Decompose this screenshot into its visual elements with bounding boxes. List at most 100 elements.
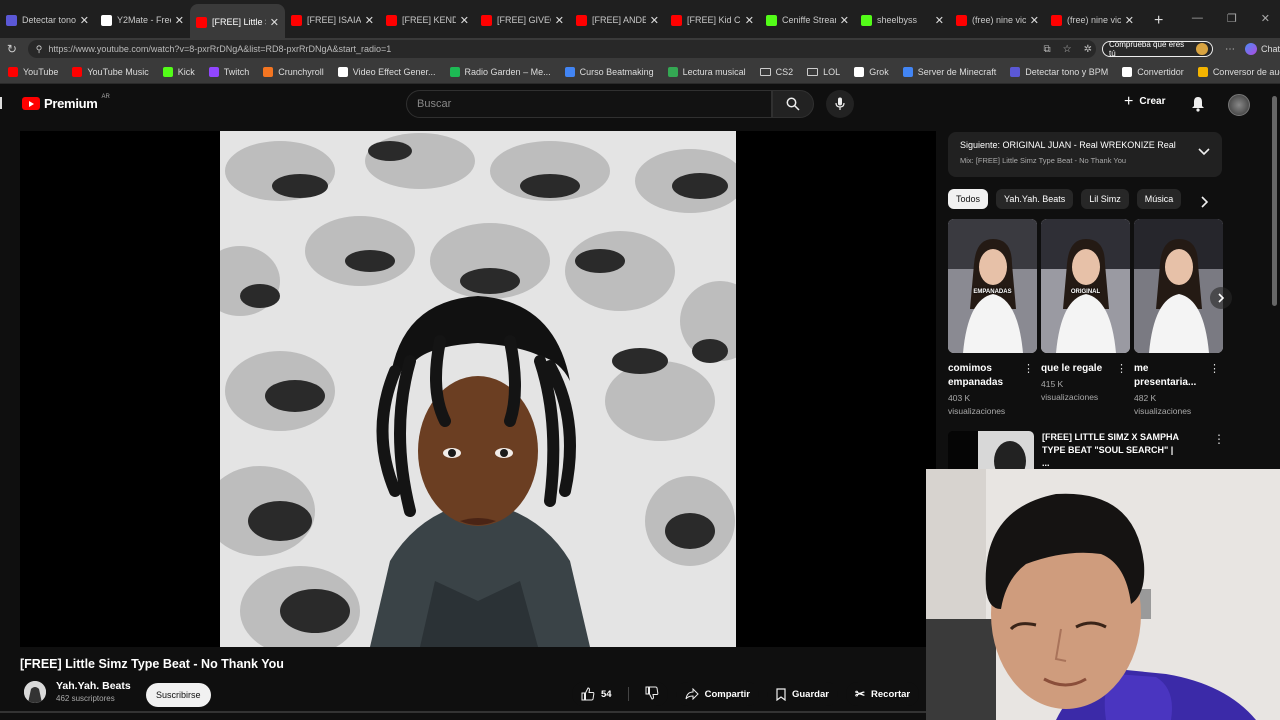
share-button[interactable]: Compartir bbox=[675, 682, 759, 706]
bookmark-item[interactable]: Convertidor bbox=[1122, 66, 1184, 77]
bookmark-item[interactable]: Crunchyroll bbox=[263, 66, 324, 77]
close-window-icon[interactable]: ✕ bbox=[1261, 12, 1270, 25]
voice-search-button[interactable] bbox=[826, 90, 854, 118]
page-scrollbar[interactable] bbox=[1272, 96, 1277, 306]
notifications-bell-icon[interactable] bbox=[1191, 96, 1205, 112]
bookmark-favicon-icon bbox=[1197, 66, 1208, 77]
youtube-premium-logo[interactable]: Premium AR bbox=[22, 94, 110, 111]
related-more-icon[interactable]: ⋮ bbox=[1213, 432, 1225, 446]
video-progress-track[interactable] bbox=[0, 711, 926, 713]
bookmark-item[interactable]: Twitch bbox=[208, 66, 249, 77]
channel-avatar[interactable] bbox=[24, 680, 46, 703]
chevron-right-icon bbox=[1217, 293, 1224, 303]
video-player[interactable] bbox=[20, 131, 936, 647]
like-button[interactable]: 54 bbox=[581, 687, 612, 701]
tab-close-icon[interactable]: ✕ bbox=[840, 14, 849, 27]
browser-tab[interactable]: (free) nine vicio ✕ bbox=[1045, 4, 1140, 36]
bookmark-item[interactable]: Detectar tono y BPM bbox=[1010, 66, 1108, 77]
tab-favicon-icon bbox=[861, 14, 872, 26]
bookmark-item[interactable]: CS2 bbox=[759, 67, 793, 77]
bookmark-item[interactable]: LOL bbox=[807, 67, 840, 77]
tab-title: [FREE] KENDRI bbox=[402, 15, 456, 25]
tab-favicon-icon bbox=[481, 14, 492, 26]
bookmark-item[interactable]: Radio Garden – Me... bbox=[449, 66, 551, 77]
tab-close-icon[interactable]: ✕ bbox=[270, 16, 279, 29]
tab-close-icon[interactable]: ✕ bbox=[365, 14, 374, 27]
menu-icon[interactable]: ⋯ bbox=[1225, 44, 1235, 55]
tab-close-icon[interactable]: ✕ bbox=[1030, 14, 1039, 27]
video-actions: 54 Compartir Guardar ✂ Recortar ⋯ bbox=[572, 682, 945, 706]
browser-tab[interactable]: [FREE] ISAIAH R ✕ bbox=[285, 4, 380, 36]
filter-chip[interactable]: Lil Simz bbox=[1081, 189, 1129, 209]
browser-tab[interactable]: Ceniffe Stream ✕ bbox=[760, 4, 855, 36]
site-info-icon[interactable]: ⚲ bbox=[36, 44, 43, 55]
filter-chip[interactable]: Música bbox=[1136, 189, 1182, 209]
bookmark-item[interactable]: Lectura musical bbox=[667, 66, 746, 77]
reload-icon[interactable]: ↻ bbox=[2, 42, 22, 56]
tab-close-icon[interactable]: ✕ bbox=[555, 14, 564, 27]
tab-close-icon[interactable]: ✕ bbox=[745, 14, 754, 27]
tab-close-icon[interactable]: ✕ bbox=[935, 14, 944, 27]
bookmark-label: Crunchyroll bbox=[278, 66, 324, 77]
star-icon[interactable]: ☆ bbox=[1063, 44, 1072, 55]
tab-title: (free) nine vicio bbox=[972, 15, 1026, 25]
bookmark-favicon-icon bbox=[263, 66, 274, 77]
bookmark-item[interactable]: YouTube Music bbox=[72, 66, 149, 77]
short-item[interactable]: EMPANADAS comimos empanadas 403 K visualiz… bbox=[948, 219, 1037, 418]
filter-chip[interactable]: Todos bbox=[948, 189, 989, 209]
browser-tab[interactable]: Detectar tono y ✕ bbox=[0, 4, 95, 36]
bookmark-item[interactable]: Grok bbox=[854, 66, 889, 77]
menu-icon[interactable] bbox=[0, 97, 4, 109]
chat-button[interactable]: Chat bbox=[1244, 43, 1280, 55]
browser-tab[interactable]: (free) nine vicio ✕ bbox=[950, 4, 1045, 36]
short-thumbnail bbox=[1134, 219, 1223, 353]
extensions-icon[interactable]: ✲ bbox=[1084, 44, 1092, 55]
new-tab-button[interactable]: + bbox=[1154, 12, 1163, 30]
search-button[interactable] bbox=[772, 90, 814, 118]
bookmark-item[interactable]: Kick bbox=[162, 66, 195, 77]
playlist-next-panel[interactable]: Siguiente: ORIGINAL JUAN - Real WREKONIZ… bbox=[948, 132, 1222, 177]
subscribe-button[interactable]: Suscribirse bbox=[146, 683, 211, 707]
short-title: me presentaria... bbox=[1134, 363, 1197, 388]
verify-identity-button[interactable]: Comprueba que eres tú bbox=[1102, 40, 1213, 58]
bookmark-item[interactable]: Curso Beatmaking bbox=[564, 66, 654, 77]
short-more-icon[interactable]: ⋮ bbox=[1209, 362, 1220, 375]
maximize-icon[interactable]: ❐ bbox=[1227, 12, 1237, 25]
next-up-text: Siguiente: ORIGINAL JUAN - Real WREKONIZ… bbox=[960, 140, 1176, 150]
minimize-icon[interactable]: — bbox=[1192, 12, 1203, 25]
channel-name[interactable]: Yah.Yah. Beats bbox=[56, 680, 131, 692]
tab-close-icon[interactable]: ✕ bbox=[80, 14, 89, 27]
browser-tab[interactable]: Y2Mate - Free Y ✕ bbox=[95, 4, 190, 36]
browser-tab[interactable]: [FREE] Little Sim ✕ bbox=[190, 4, 285, 40]
dislike-button[interactable] bbox=[645, 686, 659, 703]
tab-close-icon[interactable]: ✕ bbox=[460, 14, 469, 27]
bookmark-item[interactable]: YouTube bbox=[8, 66, 58, 77]
search-input[interactable]: Buscar bbox=[406, 90, 772, 118]
tab-close-icon[interactable]: ✕ bbox=[650, 14, 659, 27]
chips-next-icon[interactable] bbox=[1201, 196, 1209, 208]
shorts-next-button[interactable] bbox=[1210, 287, 1232, 309]
browser-tab[interactable]: [FREE] ANDER ✕ bbox=[570, 4, 665, 36]
short-more-icon[interactable]: ⋮ bbox=[1023, 362, 1034, 375]
save-button[interactable]: Guardar bbox=[766, 682, 838, 706]
tab-close-icon[interactable]: ✕ bbox=[175, 14, 184, 27]
browser-tab[interactable]: [FREE] Kid Cud ✕ bbox=[665, 4, 760, 36]
browser-tab[interactable]: sheelbyss ✕ bbox=[855, 4, 950, 36]
browser-tab[interactable]: [FREE] KENDRI ✕ bbox=[380, 4, 475, 36]
filter-chip[interactable]: Yah.Yah. Beats bbox=[996, 189, 1074, 209]
short-item[interactable]: ORIGINAL que le regale 415 K visualizacion… bbox=[1041, 219, 1130, 418]
create-button[interactable]: + Crear bbox=[1124, 93, 1165, 109]
browser-tab[interactable]: [FREE] GIVEON ✕ bbox=[475, 4, 570, 36]
bookmark-item[interactable]: Conversor de audi... bbox=[1197, 66, 1280, 77]
clip-button[interactable]: ✂ Recortar bbox=[845, 682, 920, 706]
bookmark-item[interactable]: Video Effect Gener... bbox=[337, 66, 436, 77]
bookmark-favicon-icon bbox=[1010, 66, 1021, 77]
short-more-icon[interactable]: ⋮ bbox=[1116, 362, 1127, 375]
tab-close-icon[interactable]: ✕ bbox=[1125, 14, 1134, 27]
url-bar[interactable]: ⚲ https://www.youtube.com/watch?v=8-pxrR… bbox=[27, 40, 1097, 58]
short-item[interactable]: me presentaria... 482 K visualizaciones ⋮ bbox=[1134, 219, 1223, 418]
short-overlay-text: EMPANADAS bbox=[973, 289, 1012, 295]
account-avatar[interactable] bbox=[1228, 94, 1250, 116]
bookmark-item[interactable]: Server de Minecraft bbox=[902, 66, 996, 77]
install-app-icon[interactable]: ⧉ bbox=[1044, 44, 1051, 55]
